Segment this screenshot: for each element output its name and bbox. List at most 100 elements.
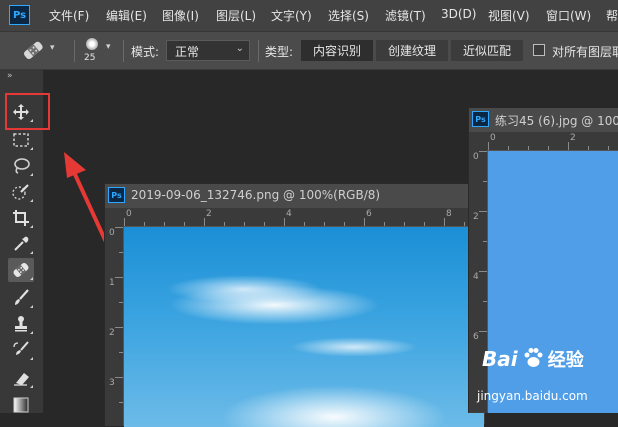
spot-healing-tool[interactable] <box>8 258 34 282</box>
submenu-indicator <box>30 225 33 228</box>
eyedropper-icon <box>14 236 29 251</box>
ruler-label: 4 <box>286 209 292 219</box>
menu-view[interactable]: 视图(V) <box>488 7 530 24</box>
ruler-label: 0 <box>490 133 496 143</box>
ruler-corner <box>105 208 123 226</box>
submenu-indicator <box>30 331 33 334</box>
proximity-match-button[interactable]: 近似匹配 <box>451 40 523 61</box>
document-title-2: 练习45 (6).jpg @ 100% <box>495 114 618 128</box>
brush-icon <box>15 289 29 305</box>
vertical-ruler: 0 2 4 6 <box>469 150 488 412</box>
eyedropper-tool[interactable] <box>8 232 34 256</box>
sample-all-layers-checkbox[interactable] <box>533 44 545 56</box>
menu-edit[interactable]: 编辑(E) <box>106 7 147 24</box>
menu-type[interactable]: 文字(Y) <box>271 7 312 24</box>
gradient-tool[interactable] <box>8 392 34 416</box>
blue-canvas[interactable] <box>488 151 618 413</box>
submenu-indicator <box>30 357 33 360</box>
lasso-tool[interactable] <box>8 154 34 178</box>
submenu-indicator <box>30 147 33 150</box>
tool-preset-picker[interactable]: ▾ <box>20 38 64 64</box>
ps-file-icon: Ps <box>472 111 489 127</box>
ruler-label: 2 <box>206 209 212 219</box>
spot-healing-icon <box>23 41 43 60</box>
history-brush-tool[interactable] <box>8 338 34 362</box>
gradient-icon <box>13 397 29 413</box>
type-label: 类型: <box>265 45 294 59</box>
move-tool-highlight <box>5 93 50 130</box>
mode-select[interactable]: 正常 ⌄ <box>166 40 250 61</box>
marquee-tool[interactable] <box>8 128 34 152</box>
paw-icon <box>524 348 543 367</box>
eraser-icon <box>14 373 29 386</box>
sample-all-layers-label: 对所有图层取 <box>552 45 618 59</box>
photoshop-logo[interactable]: Ps <box>9 5 30 25</box>
collapse-toggle[interactable]: » <box>7 71 12 81</box>
content-aware-button[interactable]: 内容识别 <box>301 40 373 61</box>
submenu-indicator <box>30 173 33 176</box>
eraser-tool[interactable] <box>8 366 34 390</box>
clone-stamp-tool[interactable] <box>8 312 34 336</box>
menu-help[interactable]: 帮 <box>606 7 618 24</box>
ruler-label: 2 <box>473 212 479 222</box>
watermark-logo-text: Bai <box>482 347 518 371</box>
document-tab-2[interactable]: Ps 练习45 (6).jpg @ 100% <box>469 108 618 132</box>
ruler-label: 4 <box>473 272 479 282</box>
submenu-indicator <box>30 277 33 280</box>
document-title-1: 2019-09-06_132746.png @ 100%(RGB/8) <box>131 188 381 202</box>
ruler-label: 6 <box>473 332 479 342</box>
clone-stamp-icon <box>15 316 27 332</box>
horizontal-ruler: 0 2 <box>487 132 618 151</box>
submenu-indicator <box>30 305 33 308</box>
ruler-corner <box>469 132 487 150</box>
quick-select-icon <box>12 184 29 200</box>
menu-image[interactable]: 图像(I) <box>162 7 199 24</box>
vertical-ruler: 0 1 2 3 <box>105 226 124 426</box>
menu-3d[interactable]: 3D(D) <box>441 7 476 21</box>
watermark-logo-cn: 经验 <box>547 350 584 371</box>
ruler-label: 1 <box>109 278 115 288</box>
spot-healing-icon <box>13 263 29 277</box>
divider <box>74 40 75 62</box>
menu-bar: Ps 文件(F) 编辑(E) 图像(I) 图层(L) 文字(Y) 选择(S) 滤… <box>0 0 618 32</box>
menu-window[interactable]: 窗口(W) <box>546 7 591 24</box>
brush-tip-icon <box>86 38 98 50</box>
chevron-down-icon: ▾ <box>106 42 111 52</box>
lasso-icon <box>14 158 30 174</box>
menu-file[interactable]: 文件(F) <box>49 7 89 24</box>
submenu-indicator <box>30 251 33 254</box>
ruler-label: 0 <box>473 152 479 162</box>
submenu-indicator <box>30 385 33 388</box>
chevron-down-icon: ⌄ <box>235 43 244 54</box>
menu-layer[interactable]: 图层(L) <box>216 7 256 24</box>
mode-label: 模式: <box>131 45 160 59</box>
options-bar: ▾ 25 ▾ 模式: 正常 ⌄ 类型: 内容识别 创建纹理 近似匹配 对所有图层… <box>0 32 618 70</box>
submenu-indicator <box>30 199 33 202</box>
ruler-label: 6 <box>366 209 372 219</box>
quick-select-tool[interactable] <box>8 180 34 204</box>
crop-icon <box>13 210 29 226</box>
history-brush-icon <box>13 341 29 355</box>
ruler-label: 0 <box>109 228 115 238</box>
ruler-label: 2 <box>109 328 115 338</box>
ps-file-icon: Ps <box>108 187 125 203</box>
crop-tool[interactable] <box>8 206 34 230</box>
document-window-1: Ps 2019-09-06_132746.png @ 100%(RGB/8) 0… <box>104 183 486 427</box>
menu-filter[interactable]: 滤镜(T) <box>385 7 426 24</box>
chevron-down-icon: ▾ <box>50 43 55 53</box>
brush-tool[interactable] <box>8 286 34 310</box>
baidu-jingyan-logo: Bai 经验 <box>482 346 584 372</box>
mode-value: 正常 <box>175 45 200 59</box>
divider <box>258 40 259 62</box>
divider <box>123 40 124 62</box>
horizontal-ruler: 0 2 4 6 8 <box>123 208 485 227</box>
marquee-icon <box>13 133 29 147</box>
ruler-label: 2 <box>570 133 576 143</box>
brush-size-value: 25 <box>84 53 96 63</box>
document-tab-1[interactable]: Ps 2019-09-06_132746.png @ 100%(RGB/8) <box>105 184 485 208</box>
create-texture-button[interactable]: 创建纹理 <box>376 40 448 61</box>
menu-select[interactable]: 选择(S) <box>328 7 369 24</box>
brush-size-picker[interactable]: 25 ▾ <box>80 35 120 67</box>
sky-photo-canvas[interactable] <box>124 227 484 427</box>
ruler-label: 3 <box>109 378 115 388</box>
